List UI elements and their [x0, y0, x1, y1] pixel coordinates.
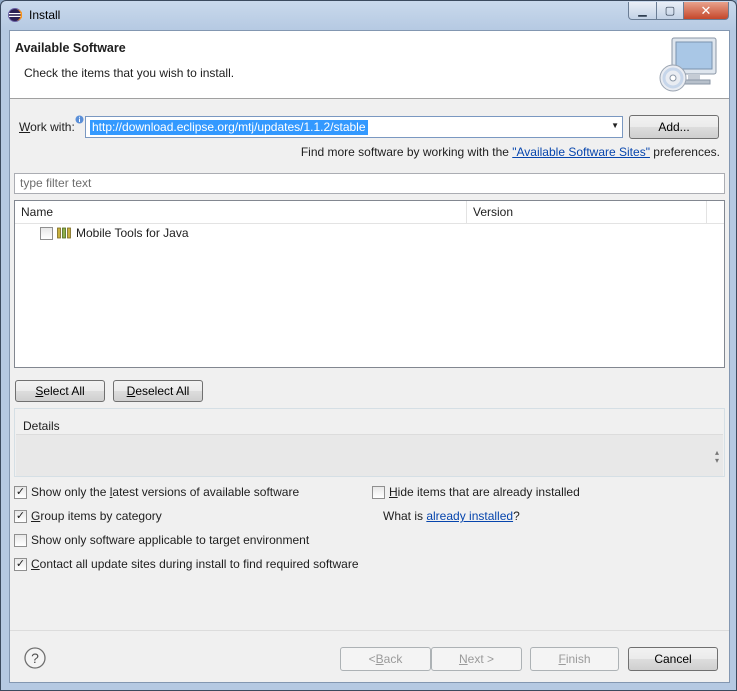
finish-button[interactable]: Finish — [530, 647, 619, 671]
details-scroll-arrows[interactable]: ▴ ▾ — [715, 449, 719, 465]
already-installed-link[interactable]: already installed — [426, 509, 513, 523]
available-software-sites-link[interactable]: "Available Software Sites" — [512, 145, 650, 159]
option-show-latest-checkbox[interactable]: ✓ — [14, 486, 27, 499]
page-title: Available Software — [15, 41, 126, 55]
chevron-down-icon[interactable]: ▼ — [611, 121, 619, 130]
deselect-all-button[interactable]: Deselect All — [113, 380, 203, 402]
filter-placeholder: type filter text — [20, 176, 92, 190]
option-contact-all-sites-checkbox[interactable]: ✓ — [14, 558, 27, 571]
minimize-icon: ▁ — [638, 5, 647, 17]
option-contact-all-sites-label: Contact all update sites during install … — [31, 557, 359, 571]
option-show-latest-label: Show only the latest versions of availab… — [31, 485, 300, 499]
work-with-combo[interactable]: http://download.eclipse.org/mtj/updates/… — [85, 116, 623, 138]
option-hide-installed-label: Hide items that are already installed — [389, 485, 580, 499]
svg-text:?: ? — [31, 650, 39, 666]
window-title: Install — [29, 8, 61, 22]
find-more-text: Find more software by working with the "… — [300, 145, 720, 159]
row-name: Mobile Tools for Java — [76, 226, 189, 240]
dialog-client-area: Available Software Check the items that … — [9, 30, 730, 683]
work-with-value[interactable]: http://download.eclipse.org/mtj/updates/… — [90, 120, 368, 135]
title-bar[interactable]: Install ▁ ▢ ✕ — [1, 1, 736, 29]
option-hide-installed-checkbox[interactable] — [372, 486, 385, 499]
row-checkbox[interactable] — [40, 227, 53, 240]
table-header: Name Version — [15, 201, 724, 224]
work-with-label: Work with: — [19, 120, 75, 134]
filter-input[interactable]: type filter text — [14, 173, 725, 194]
option-group-by-category-checkbox[interactable]: ✓ — [14, 510, 27, 523]
next-button[interactable]: Next > — [431, 647, 522, 671]
table-row[interactable]: Mobile Tools for Java — [15, 224, 724, 244]
eclipse-icon — [8, 8, 22, 22]
maximize-icon: ▢ — [664, 5, 676, 17]
info-icon — [75, 115, 84, 124]
details-title: Details — [23, 419, 60, 433]
close-icon: ✕ — [700, 2, 712, 18]
maximize-button[interactable]: ▢ — [656, 2, 684, 20]
install-window: Install ▁ ▢ ✕ Available Software Check t… — [0, 0, 737, 691]
option-applicable-only-label: Show only software applicable to target … — [31, 533, 310, 547]
what-is-installed-text: What is already installed? — [383, 509, 520, 523]
close-button[interactable]: ✕ — [683, 2, 729, 20]
option-applicable-only-checkbox[interactable] — [14, 534, 27, 547]
back-button[interactable]: < Back — [340, 647, 431, 671]
minimize-button[interactable]: ▁ — [628, 2, 657, 20]
cancel-button[interactable]: Cancel — [628, 647, 718, 671]
select-all-button[interactable]: Select All — [15, 380, 105, 402]
category-icon — [57, 227, 71, 239]
option-group-by-category-label: Group items by category — [31, 509, 162, 523]
install-banner-icon — [659, 37, 717, 92]
column-header-name[interactable]: Name — [15, 201, 467, 223]
details-group: Details ▴ ▾ — [14, 408, 725, 477]
add-site-button[interactable]: Add... — [629, 115, 719, 139]
help-icon[interactable]: ? — [24, 647, 46, 669]
dialog-header: Available Software Check the items that … — [10, 31, 729, 99]
footer-separator — [10, 630, 729, 631]
software-table[interactable]: Name Version Mobile Tools for Java — [14, 200, 725, 368]
details-text-area[interactable]: ▴ ▾ — [16, 434, 723, 476]
page-subtitle: Check the items that you wish to install… — [24, 66, 235, 80]
column-header-version[interactable]: Version — [467, 201, 707, 223]
